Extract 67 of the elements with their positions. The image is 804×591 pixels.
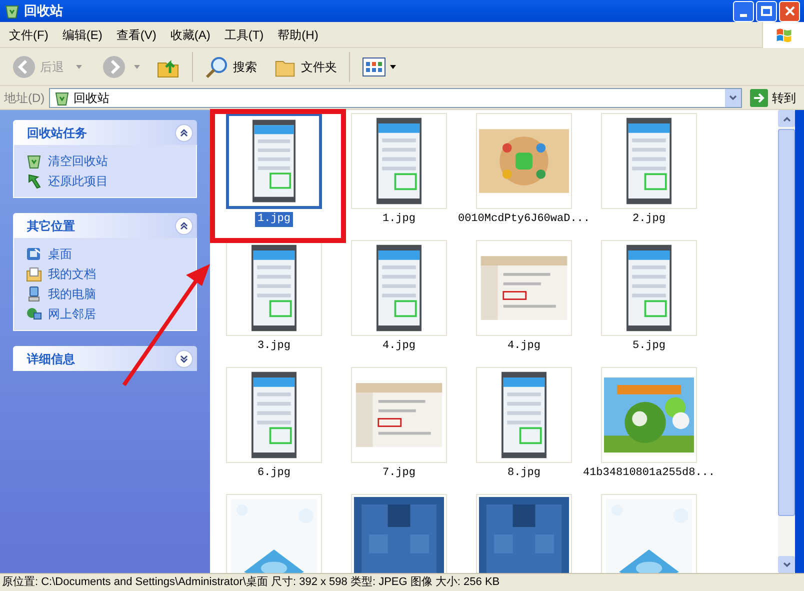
file-name: 41b34810801a255d8... xyxy=(582,466,716,481)
address-field[interactable]: 回收站 xyxy=(48,88,742,108)
collapse-toggle[interactable] xyxy=(175,124,193,142)
menu-item[interactable]: 文件(F) xyxy=(9,26,48,44)
task-link[interactable]: 网上邻居 xyxy=(48,305,96,323)
file-name: 4.jpg xyxy=(381,339,416,354)
file-name: 8.jpg xyxy=(506,466,542,481)
thumbnail-grid-icon xyxy=(362,56,386,76)
task-link[interactable]: 桌面 xyxy=(48,245,72,263)
collapse-toggle[interactable] xyxy=(175,216,193,234)
scroll-thumb[interactable] xyxy=(778,129,795,516)
folder-documents-icon xyxy=(26,266,42,282)
file-name: 1.jpg xyxy=(381,212,416,227)
panel-header[interactable]: 回收站任务 xyxy=(13,120,197,145)
desktop-icon xyxy=(26,246,42,262)
menu-item[interactable]: 编辑(E) xyxy=(62,26,102,44)
file-name: 7.jpg xyxy=(381,466,416,481)
file-name: 0010McdPty6J60waD... xyxy=(456,212,592,227)
restore-arrow-icon xyxy=(26,173,42,189)
folders-button[interactable]: 文件夹 xyxy=(269,52,341,82)
file-name: 2.jpg xyxy=(631,212,666,227)
menu-item[interactable]: 工具(T) xyxy=(224,26,264,44)
dropdown-caret-icon xyxy=(134,64,140,68)
maximize-icon xyxy=(761,6,772,16)
file-name: 3.jpg xyxy=(256,339,292,354)
network-globe-icon xyxy=(26,306,42,322)
status-text: 原位置: C:\Documents and Settings\Administrator\桌面 尺寸: 392 x 598 类型: JPEG 图像 大小: 256 KB xyxy=(2,574,500,590)
go-button[interactable]: 转到 xyxy=(746,88,800,108)
address-dropdown-button[interactable] xyxy=(725,88,741,106)
scroll-down-button[interactable] xyxy=(778,556,795,573)
search-button[interactable]: 搜索 xyxy=(201,52,261,82)
double-chevron-down-icon xyxy=(179,354,189,364)
search-icon xyxy=(205,54,229,78)
close-button[interactable] xyxy=(779,0,800,22)
recycle-bin-icon xyxy=(4,3,20,19)
task-link[interactable]: 清空回收站 xyxy=(48,152,108,170)
scroll-up-button[interactable] xyxy=(778,110,795,127)
window-title: 回收站 xyxy=(24,2,63,20)
computer-icon xyxy=(26,286,42,302)
panel-header[interactable]: 详细信息 xyxy=(13,346,197,371)
double-chevron-up-icon xyxy=(179,128,189,138)
dropdown-caret-icon xyxy=(390,64,396,68)
chevron-down-icon xyxy=(729,94,737,100)
file-name: 1.jpg xyxy=(255,212,292,227)
chevron-up-icon xyxy=(782,116,790,122)
close-icon xyxy=(784,6,794,16)
file-name: 5.jpg xyxy=(631,339,666,354)
collapse-toggle[interactable] xyxy=(175,350,193,368)
maximize-button[interactable] xyxy=(756,0,777,22)
minimize-icon xyxy=(740,14,747,16)
menu-item[interactable]: 帮助(H) xyxy=(278,26,318,44)
task-link[interactable]: 我的电脑 xyxy=(48,285,96,303)
address-label: 地址(D) xyxy=(4,90,45,106)
chevron-down-icon xyxy=(782,562,790,568)
file-name: 6.jpg xyxy=(256,466,292,481)
task-link[interactable]: 我的文档 xyxy=(48,265,96,283)
task-link[interactable]: 还原此项目 xyxy=(48,172,108,190)
menu-item[interactable]: 收藏(A) xyxy=(170,26,210,44)
recycle-bin-icon xyxy=(54,90,70,106)
double-chevron-up-icon xyxy=(179,220,189,230)
recycle-bin-icon xyxy=(26,153,42,169)
vertical-scrollbar[interactable] xyxy=(778,110,795,573)
dropdown-caret-icon xyxy=(76,64,82,68)
menu-item[interactable]: 查看(V) xyxy=(116,26,156,44)
file-name: 4.jpg xyxy=(506,339,542,354)
panel-header[interactable]: 其它位置 xyxy=(13,213,197,238)
minimize-button[interactable] xyxy=(733,0,754,22)
